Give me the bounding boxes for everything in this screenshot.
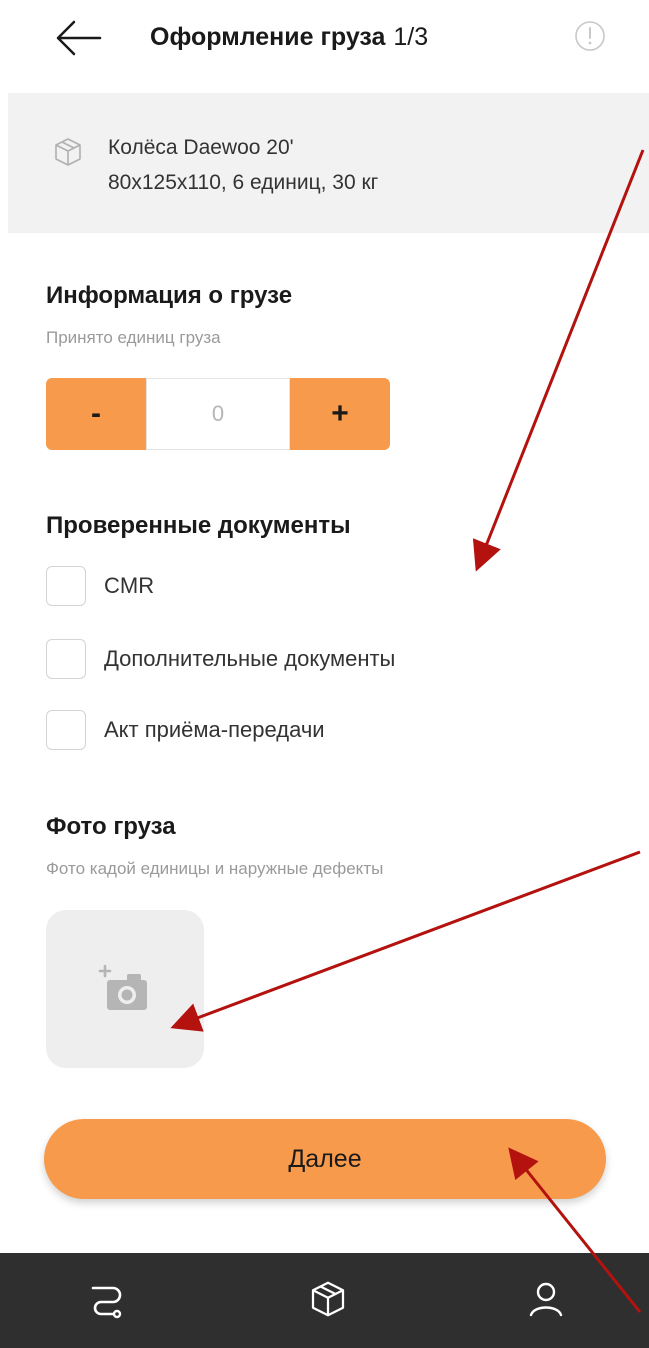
step-counter: 1/3 — [393, 23, 429, 51]
cargo-info-title: Информация о грузе — [46, 282, 293, 309]
tab-cargo[interactable] — [298, 1271, 358, 1327]
page-title: Оформление груза 1/3 — [150, 22, 428, 52]
add-photo-button[interactable] — [46, 910, 204, 1068]
photos-title: Фото груза — [46, 813, 176, 840]
back-button[interactable] — [52, 16, 104, 60]
route-icon — [91, 1286, 122, 1319]
cargo-info-subtitle: Принято единиц груза — [46, 328, 221, 347]
header: Оформление груза 1/3 — [0, 0, 649, 90]
cargo-icon-wrap — [52, 136, 84, 168]
decrement-button[interactable]: - — [46, 378, 146, 450]
package-icon — [55, 138, 81, 166]
photos-subtitle: Фото кадой единицы и наружные дефекты — [46, 859, 384, 878]
user-icon — [529, 1282, 563, 1317]
checkbox-box[interactable] — [46, 566, 86, 606]
tab-profile[interactable] — [516, 1271, 576, 1327]
package-icon — [311, 1281, 345, 1317]
checkbox-label: Акт приёма-передачи — [104, 717, 325, 742]
add-photo-camera-icon — [98, 964, 147, 1010]
tab-routes[interactable] — [77, 1271, 137, 1327]
info-button[interactable] — [574, 20, 606, 52]
checkbox-acceptance-act[interactable]: Акт приёма-передачи — [46, 710, 406, 756]
arrow-left-icon — [56, 20, 102, 56]
page-title-text: Оформление груза — [150, 23, 386, 51]
checkbox-cmr[interactable]: CMR — [46, 566, 246, 612]
checkbox-label: Дополнительные документы — [104, 646, 396, 671]
bottom-tab-bar — [0, 1253, 649, 1348]
quantity-input[interactable] — [146, 378, 290, 450]
checkbox-box[interactable] — [46, 710, 86, 750]
checkbox-label: CMR — [104, 573, 155, 598]
cargo-details: 80x125x110, 6 единиц, 30 кг — [108, 171, 379, 194]
cargo-summary — [8, 93, 649, 233]
cargo-name: Колёса Daewoo 20' — [108, 136, 294, 159]
quantity-stepper: - + — [46, 378, 390, 450]
checkbox-additional-documents[interactable]: Дополнительные документы — [46, 639, 486, 685]
info-icon — [575, 21, 605, 51]
next-button[interactable]: Далее — [44, 1119, 606, 1199]
documents-title: Проверенные документы — [46, 512, 351, 539]
increment-button[interactable]: + — [290, 378, 390, 450]
checkbox-box[interactable] — [46, 639, 86, 679]
